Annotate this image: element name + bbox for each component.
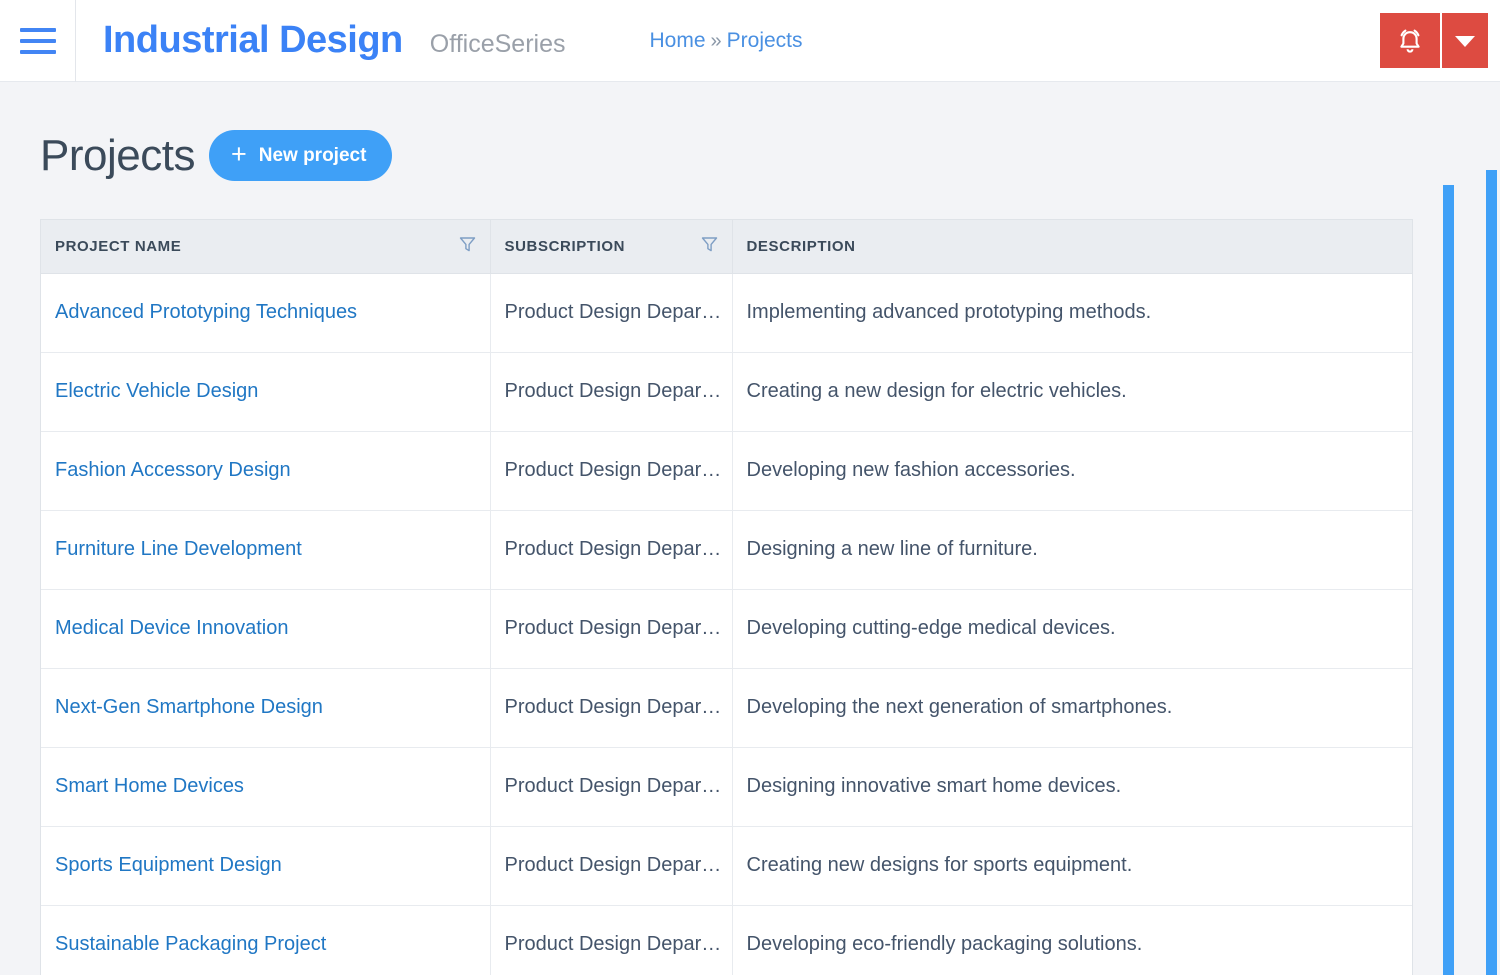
cell-project-name: Electric Vehicle Design <box>41 352 491 432</box>
cell-project-name: Next-Gen Smartphone Design <box>41 668 491 748</box>
alarm-button-group <box>1380 13 1488 68</box>
cell-subscription: Product Design Depar… <box>490 510 733 590</box>
table-header: PROJECT NAME SUBSCRIPTION DESCRIPTION <box>41 220 1412 274</box>
table-row[interactable]: Advanced Prototyping Techniques Product … <box>41 273 1412 353</box>
brand-title: Industrial Design <box>103 19 403 61</box>
page-title: Projects <box>40 130 195 180</box>
cell-project-name: Sustainable Packaging Project <box>41 905 491 975</box>
table-body: Advanced Prototyping Techniques Product … <box>41 273 1412 975</box>
table-header-row: PROJECT NAME SUBSCRIPTION DESCRIPTION <box>41 220 1412 274</box>
cell-description: Developing new fashion accessories. <box>732 431 1412 511</box>
breadcrumb-link-home[interactable]: Home <box>650 29 706 53</box>
column-header-description[interactable]: DESCRIPTION <box>732 220 1412 274</box>
cell-subscription: Product Design Depar… <box>490 352 733 432</box>
project-link[interactable]: Furniture Line Development <box>55 538 302 560</box>
cell-description: Creating a new design for electric vehic… <box>732 352 1412 432</box>
table-row[interactable]: Next-Gen Smartphone Design Product Desig… <box>41 668 1412 748</box>
cell-subscription: Product Design Depar… <box>490 747 733 827</box>
brand: Industrial Design OfficeSeries <box>103 19 566 62</box>
table-row[interactable]: Furniture Line Development Product Desig… <box>41 510 1412 590</box>
cell-subscription: Product Design Depar… <box>490 826 733 906</box>
cell-project-name: Smart Home Devices <box>41 747 491 827</box>
new-project-label: New project <box>258 144 367 166</box>
filter-funnel-icon[interactable] <box>459 236 476 257</box>
project-link[interactable]: Medical Device Innovation <box>55 617 288 639</box>
plus-icon: + <box>230 139 247 169</box>
project-link[interactable]: Electric Vehicle Design <box>55 380 258 402</box>
cell-description: Creating new designs for sports equipmen… <box>732 826 1412 906</box>
cell-description: Developing cutting-edge medical devices. <box>732 589 1412 669</box>
app-header: Industrial Design OfficeSeries Home » Pr… <box>0 0 1500 82</box>
projects-table: PROJECT NAME SUBSCRIPTION DESCRIPTION Ad… <box>41 220 1412 975</box>
cell-description: Developing the next generation of smartp… <box>732 668 1412 748</box>
page-content: Projects + New project PROJECT NAME SUBS… <box>0 82 1500 975</box>
table-row[interactable]: Medical Device Innovation Product Design… <box>41 589 1412 669</box>
table-row[interactable]: Smart Home Devices Product Design Depar…… <box>41 747 1412 827</box>
project-link[interactable]: Smart Home Devices <box>55 775 244 797</box>
column-header-project-name[interactable]: PROJECT NAME <box>41 220 491 274</box>
cell-subscription: Product Design Depar… <box>490 668 733 748</box>
column-label: PROJECT NAME <box>55 237 182 255</box>
table-row[interactable]: Electric Vehicle Design Product Design D… <box>41 352 1412 432</box>
page-header: Projects + New project <box>0 82 1500 181</box>
breadcrumb-link-projects[interactable]: Projects <box>727 29 803 53</box>
project-link[interactable]: Advanced Prototyping Techniques <box>55 301 357 323</box>
table-row[interactable]: Sustainable Packaging Project Product De… <box>41 905 1412 975</box>
cell-subscription: Product Design Depar… <box>490 431 733 511</box>
cell-subscription: Product Design Depar… <box>490 273 733 353</box>
cell-subscription: Product Design Depar… <box>490 905 733 975</box>
breadcrumb-separator: » <box>710 29 722 52</box>
column-header-subscription[interactable]: SUBSCRIPTION <box>490 220 733 274</box>
chevron-down-icon[interactable] <box>1440 13 1488 68</box>
project-link[interactable]: Sports Equipment Design <box>55 854 282 876</box>
cell-project-name: Medical Device Innovation <box>41 589 491 669</box>
brand-subtitle: OfficeSeries <box>429 30 566 58</box>
project-link[interactable]: Sustainable Packaging Project <box>55 933 326 955</box>
table-row[interactable]: Fashion Accessory Design Product Design … <box>41 431 1412 511</box>
hamburger-bar <box>19 49 56 54</box>
hamburger-menu-icon[interactable] <box>0 0 76 82</box>
cell-subscription: Product Design Depar… <box>490 589 733 669</box>
project-link[interactable]: Next-Gen Smartphone Design <box>55 696 323 718</box>
breadcrumb: Home » Projects <box>650 29 803 53</box>
column-label: SUBSCRIPTION <box>504 237 626 255</box>
page-scrollbar-thumb[interactable] <box>1486 170 1497 975</box>
cell-description: Developing eco-friendly packaging soluti… <box>732 905 1412 975</box>
cell-description: Designing innovative smart home devices. <box>732 747 1412 827</box>
hamburger-bar <box>19 38 56 43</box>
cell-description: Designing a new line of furniture. <box>732 510 1412 590</box>
filter-funnel-icon[interactable] <box>701 236 718 257</box>
hamburger-bar <box>19 27 56 32</box>
inner-scrollbar-thumb[interactable] <box>1443 185 1454 975</box>
cell-project-name: Fashion Accessory Design <box>41 431 491 511</box>
project-link[interactable]: Fashion Accessory Design <box>55 459 291 481</box>
bell-icon[interactable] <box>1380 13 1440 68</box>
cell-project-name: Advanced Prototyping Techniques <box>41 273 491 353</box>
projects-table-container: PROJECT NAME SUBSCRIPTION DESCRIPTION Ad… <box>40 219 1413 975</box>
column-label: DESCRIPTION <box>746 237 856 255</box>
cell-project-name: Sports Equipment Design <box>41 826 491 906</box>
cell-project-name: Furniture Line Development <box>41 510 491 590</box>
table-row[interactable]: Sports Equipment Design Product Design D… <box>41 826 1412 906</box>
new-project-button[interactable]: + New project <box>208 130 393 181</box>
cell-description: Implementing advanced prototyping method… <box>732 273 1412 353</box>
